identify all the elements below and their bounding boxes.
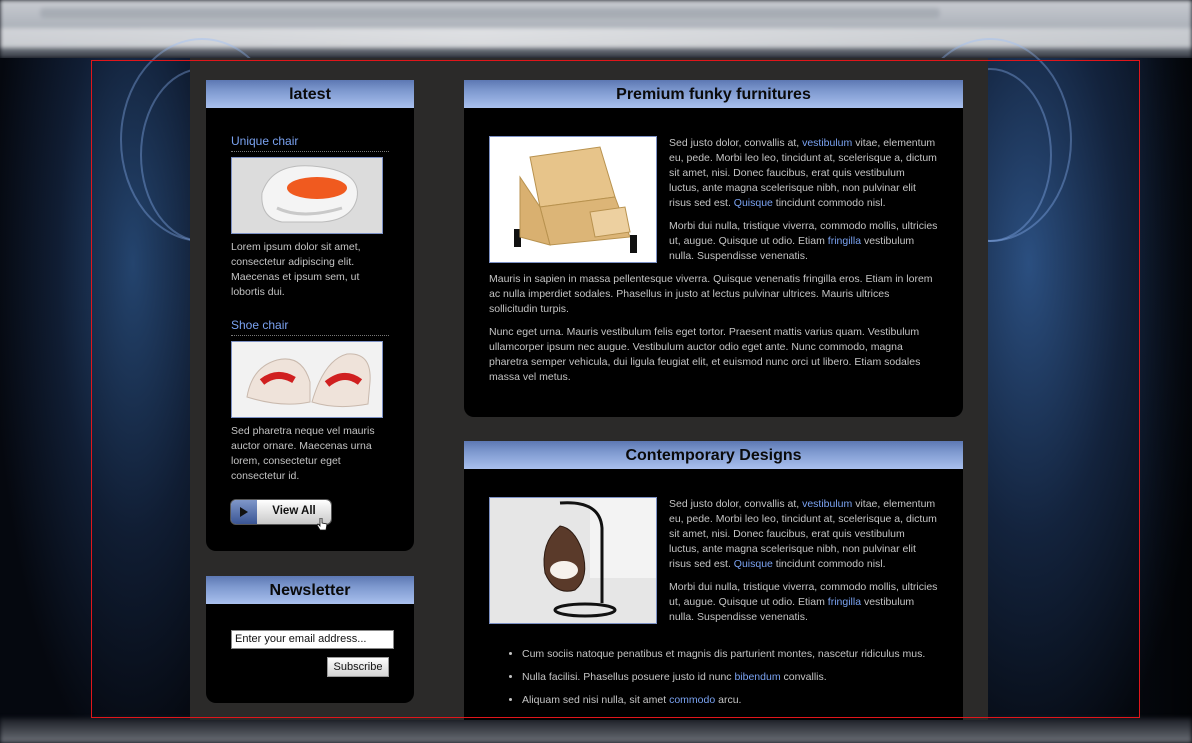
latest-item-text: Lorem ipsum dolor sit amet, consectetur …: [231, 241, 361, 298]
article-title: Contemporary Designs: [464, 441, 963, 469]
hand-cursor-icon: [317, 518, 327, 531]
inline-link[interactable]: Quisque: [734, 558, 773, 570]
inline-link[interactable]: bibendum: [734, 671, 780, 683]
shoe-chair-image[interactable]: [231, 341, 383, 418]
inline-link[interactable]: fringilla: [828, 596, 861, 608]
view-all-button[interactable]: View All: [231, 500, 331, 531]
article-paragraph: Mauris in sapien in massa pellentesque v…: [489, 273, 933, 315]
view-all-label: View All: [272, 505, 316, 517]
latest-item-title-link[interactable]: Unique chair: [231, 134, 389, 152]
inline-link[interactable]: Quisque: [734, 197, 773, 209]
latest-item: Unique chair Lorem ipsum dolor sit amet,…: [231, 134, 389, 300]
latest-item-text: Sed pharetra neque vel mauris auctor orn…: [231, 425, 375, 482]
inline-link[interactable]: vestibulum: [802, 498, 852, 510]
latest-panel: latest Unique chair Lorem ipsum dolor si…: [206, 80, 414, 551]
white-orange-chair-image[interactable]: [231, 157, 383, 234]
inline-link[interactable]: vestibulum: [802, 137, 852, 149]
article-panel: Contemporary Designs Sed justo dolor, co…: [464, 441, 963, 720]
blurred-bottom-edge: [0, 718, 1192, 743]
list-item: Cum sociis natoque penatibus et magnis d…: [522, 647, 938, 662]
newsletter-panel: Newsletter Subscribe: [206, 576, 414, 703]
newsletter-title: Newsletter: [206, 576, 414, 604]
hanging-egg-chair-image: [489, 497, 657, 624]
sidebar: latest Unique chair Lorem ipsum dolor si…: [206, 80, 414, 703]
latest-title: latest: [206, 80, 414, 108]
inline-link[interactable]: fringilla: [828, 235, 861, 247]
main-content: Premium funky furnitures Sed justo dolor…: [464, 80, 963, 720]
list-item: Nulla facilisi. Phasellus posuere justo …: [522, 670, 938, 685]
list-item: Aliquam sed nisi nulla, sit amet commodo…: [522, 693, 938, 708]
bullet-list: Cum sociis natoque penatibus et magnis d…: [489, 635, 938, 708]
article-panel: Premium funky furnitures Sed justo dolor…: [464, 80, 963, 417]
article-paragraph: Nunc eget urna. Mauris vestibulum felis …: [489, 326, 921, 383]
page-shadow: [1135, 58, 1192, 743]
background-left-ornament: [0, 38, 284, 743]
article-title: Premium funky furnitures: [464, 80, 963, 108]
email-field[interactable]: [231, 630, 394, 649]
latest-item: Shoe chair Sed pharetra neque vel mauris…: [231, 318, 389, 484]
play-icon: [231, 500, 257, 524]
subscribe-button[interactable]: Subscribe: [327, 657, 389, 677]
inline-link[interactable]: commodo: [669, 694, 715, 706]
latest-item-title-link[interactable]: Shoe chair: [231, 318, 389, 336]
wooden-furniture-image: [489, 136, 657, 263]
page-container: latest Unique chair Lorem ipsum dolor si…: [190, 58, 988, 720]
